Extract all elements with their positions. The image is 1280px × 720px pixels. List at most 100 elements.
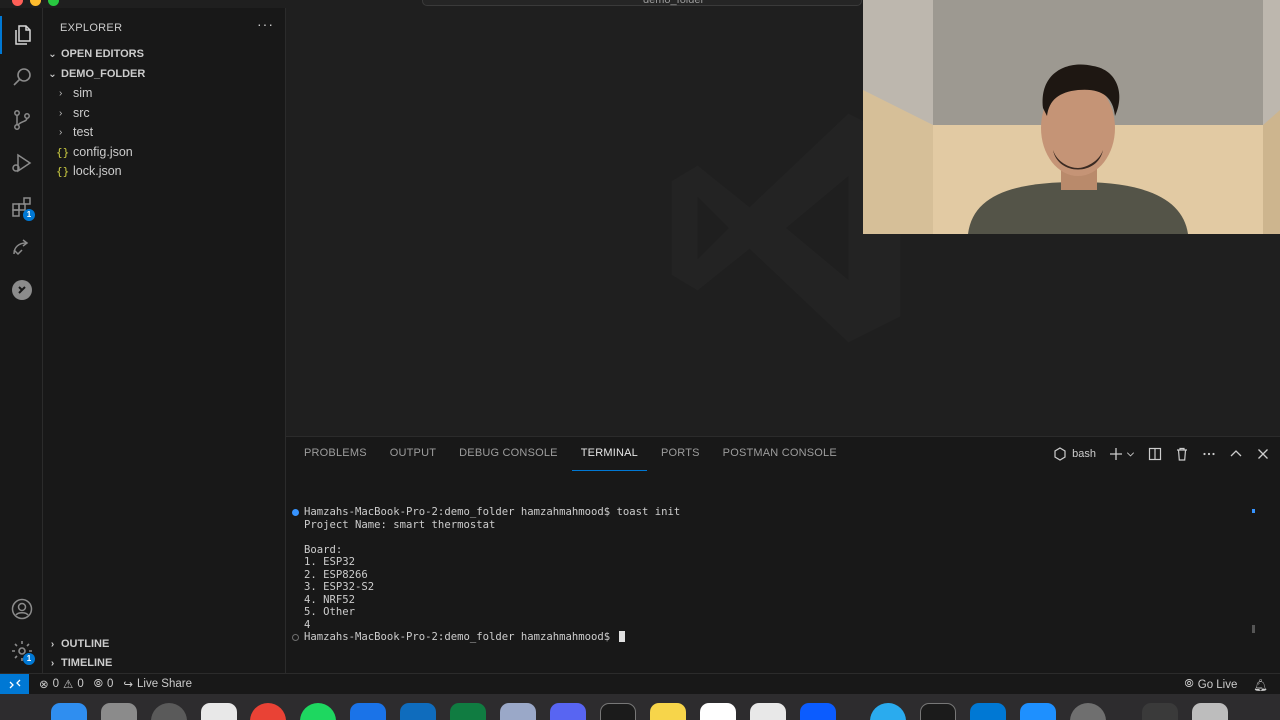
tree-file-config-json[interactable]: {} config.json [43, 142, 286, 162]
activity-accounts[interactable] [0, 590, 43, 628]
problems-status[interactable]: ⊗ 0 ⚠ 0 [39, 677, 84, 691]
explorer-more-actions-button[interactable]: ··· [257, 16, 274, 32]
terminal-shell-selector[interactable]: bash [1053, 447, 1096, 461]
activity-extensions[interactable]: 1 [0, 188, 43, 226]
json-file-icon: {} [56, 145, 70, 159]
terminal-line: Hamzahs-MacBook-Pro-2:demo_folder hamzah… [304, 506, 681, 518]
more-actions-icon[interactable] [1202, 447, 1216, 461]
spotify-icon[interactable] [300, 703, 336, 720]
terminal-prompt-line: Hamzahs-MacBook-Pro-2:demo_folder hamzah… [304, 631, 625, 644]
terminal-line: 5. Other [304, 606, 356, 618]
app-icon[interactable] [750, 703, 786, 720]
maximize-window-button[interactable] [48, 0, 59, 6]
tree-folder-src[interactable]: › src [43, 103, 286, 123]
warning-icon: ⚠ [63, 679, 74, 691]
broadcast-icon: ⦾ [93, 677, 103, 690]
maximize-panel-chevron-up-icon[interactable] [1229, 447, 1243, 461]
chevron-right-icon: › [50, 638, 55, 650]
extensions-badge: 1 [23, 209, 35, 221]
tree-folder-test[interactable]: › test [43, 122, 286, 142]
activity-explorer[interactable] [0, 16, 43, 54]
webcam-person-image [863, 0, 1280, 234]
ports-status[interactable]: ⦾ 0 [94, 678, 114, 691]
chrome-icon[interactable] [250, 703, 286, 720]
open-editors-label: OPEN EDITORS [61, 48, 144, 60]
app-icon[interactable] [350, 703, 386, 720]
chevron-right-icon: › [59, 107, 63, 119]
tab-debug-console[interactable]: DEBUG CONSOLE [450, 437, 567, 471]
chevron-down-icon[interactable] [1126, 447, 1135, 461]
tab-terminal[interactable]: TERMINAL [571, 437, 647, 471]
terminal-cursor [618, 631, 625, 642]
activity-remote-explorer[interactable] [0, 229, 43, 267]
activity-run-debug[interactable] [0, 144, 43, 182]
panel-tabs: PROBLEMS OUTPUT DEBUG CONSOLE TERMINAL P… [286, 437, 851, 471]
folder-section[interactable]: ⌄ DEMO_FOLDER [43, 64, 286, 84]
command-success-decoration[interactable] [292, 509, 299, 516]
app-icon[interactable] [201, 703, 237, 720]
timeline-section[interactable]: › TIMELINE [43, 653, 286, 673]
chevron-down-icon: ⌄ [48, 68, 57, 80]
slack-icon[interactable] [700, 703, 736, 720]
go-live-label: Go Live [1197, 678, 1238, 691]
command-pending-decoration[interactable] [292, 634, 299, 641]
new-terminal-plus-icon[interactable] [1109, 447, 1123, 461]
app-icon[interactable] [1070, 703, 1106, 720]
outlook-icon[interactable] [400, 703, 436, 720]
telegram-icon[interactable] [870, 703, 906, 720]
files-icon [14, 25, 31, 45]
open-editors-section[interactable]: ⌄ OPEN EDITORS [43, 44, 286, 64]
minimize-window-button[interactable] [30, 0, 41, 6]
remote-icon [9, 679, 20, 689]
terminal-line: 1. ESP32 [304, 556, 356, 568]
activity-search[interactable] [0, 58, 43, 96]
close-window-button[interactable] [12, 0, 23, 6]
xcode-icon[interactable] [1020, 703, 1056, 720]
trash-dock-icon[interactable] [1192, 703, 1228, 720]
terminal-prompt: Hamzahs-MacBook-Pro-2:demo_folder hamzah… [304, 631, 617, 643]
command-center[interactable]: demo_folder [422, 0, 862, 6]
folder-label: DEMO_FOLDER [61, 68, 146, 80]
safari-icon[interactable] [151, 703, 187, 720]
live-share-button[interactable]: ↪ Live Share [123, 677, 192, 691]
downloads-stack-icon[interactable] [1142, 703, 1178, 720]
tab-postman-console[interactable]: POSTMAN CONSOLE [714, 437, 846, 471]
terminal-app-icon[interactable] [600, 703, 636, 720]
tree-folder-sim[interactable]: › sim [43, 83, 286, 103]
live-share-label: Live Share [137, 678, 192, 690]
zoom-icon[interactable] [800, 703, 836, 720]
chevron-right-icon: › [59, 126, 63, 138]
tree-file-lock-json[interactable]: {} lock.json [43, 161, 286, 181]
json-file-icon: {} [56, 164, 70, 178]
discord-icon[interactable] [550, 703, 586, 720]
tab-problems[interactable]: PROBLEMS [295, 437, 376, 471]
close-panel-icon[interactable] [1256, 447, 1270, 461]
tree-item-label: src [73, 106, 90, 120]
notifications-bell-icon[interactable]: 🔔︎ [1253, 678, 1268, 692]
error-count: 0 [52, 678, 60, 690]
notes-icon[interactable] [650, 703, 686, 720]
search-icon [12, 68, 31, 86]
launchpad-icon[interactable] [101, 703, 137, 720]
vscode-dock-icon[interactable] [970, 703, 1006, 720]
activity-monitor-icon[interactable] [920, 703, 956, 720]
split-terminal-icon[interactable] [1148, 447, 1162, 461]
activity-source-control[interactable] [0, 101, 43, 139]
remote-indicator-button[interactable] [0, 673, 29, 695]
outline-section[interactable]: › OUTLINE [43, 634, 286, 654]
warning-count: 0 [77, 678, 84, 690]
activity-postman[interactable] [0, 271, 43, 309]
activity-manage[interactable]: 1 [0, 632, 43, 670]
tab-output[interactable]: OUTPUT [381, 437, 445, 471]
excel-icon[interactable] [450, 703, 486, 720]
terminal-output[interactable]: Hamzahs-MacBook-Pro-2:demo_folder hamzah… [292, 471, 1262, 671]
manage-badge: 1 [23, 653, 35, 665]
go-live-button[interactable]: ⦾ Go Live [1185, 678, 1238, 691]
trash-icon[interactable] [1175, 447, 1189, 461]
preview-icon[interactable] [500, 703, 536, 720]
postman-icon [11, 280, 32, 300]
finder-icon[interactable] [51, 703, 87, 720]
tab-ports[interactable]: PORTS [652, 437, 709, 471]
terminal-scrollbar[interactable] [1252, 625, 1255, 633]
source-control-icon [13, 110, 30, 130]
